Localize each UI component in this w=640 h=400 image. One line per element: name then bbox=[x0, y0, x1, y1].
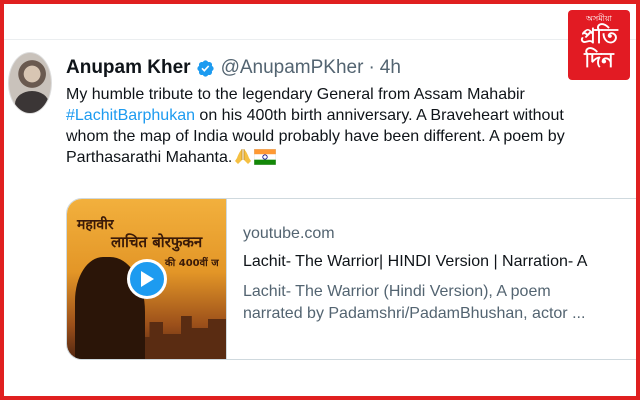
tweet-header: Anupam Kher @AnupamPKher · 4h bbox=[66, 56, 401, 80]
tweet-text-line: whom the map of India would probably hav… bbox=[66, 128, 565, 145]
link-preview-card[interactable]: महावीर लाचित बोरफुकन की 400वीं ज youtube… bbox=[66, 198, 636, 360]
tweet-text-segment: on his 400th birth anniversary. bbox=[194, 107, 417, 124]
thumbnail-text-line: महावीर bbox=[77, 217, 114, 233]
fort-silhouette bbox=[136, 316, 226, 359]
tweet-text-line: Parthasarathi Mahanta. bbox=[66, 147, 636, 171]
tweet-text-line: My humble tribute to the legendary Gener… bbox=[66, 86, 525, 103]
tweet-text-line: #LachitBarphukan on his 400th birth anni… bbox=[66, 105, 636, 126]
author-name[interactable]: Anupam Kher bbox=[66, 57, 191, 79]
author-handle[interactable]: @AnupamPKher bbox=[221, 57, 364, 79]
tweet-text-segment: A Braveheart without bbox=[416, 107, 564, 124]
play-icon[interactable] bbox=[127, 259, 167, 299]
card-domain: youtube.com bbox=[243, 225, 335, 242]
hashtag-link[interactable]: #LachitBarphukan bbox=[66, 107, 195, 124]
tweet-text-segment: Parthasarathi Mahanta. bbox=[66, 149, 233, 166]
thumbnail-text-line: लाचित बोरफुकन bbox=[111, 233, 203, 251]
logo-big-text-1: প্রতি bbox=[580, 24, 618, 48]
avatar[interactable] bbox=[8, 52, 52, 114]
tweet-text: My humble tribute to the legendary Gener… bbox=[66, 84, 636, 171]
thumbnail-text-line: की 400वीं ज bbox=[165, 258, 219, 269]
screenshot-frame: অসমীয়া প্রতি দিন Anupam Kher @AnupamPKh… bbox=[0, 0, 640, 400]
tweet-time[interactable]: 4h bbox=[380, 57, 401, 79]
card-description-line: Lachit- The Warrior (Hindi Version), A p… bbox=[243, 283, 551, 300]
card-description-line: narrated by Padamshri/PadamBhushan, acto… bbox=[243, 305, 586, 322]
logo-small-text: অসমীয়া bbox=[586, 14, 612, 23]
header-separator: · bbox=[368, 57, 375, 78]
logo-big-text-2: দিন bbox=[584, 48, 614, 72]
video-thumbnail[interactable]: महावीर लाचित बोरफुकन की 400वीं ज bbox=[67, 199, 227, 359]
india-flag-icon bbox=[254, 148, 277, 171]
avatar-figure bbox=[15, 91, 49, 113]
pratidin-logo: অসমীয়া প্রতি দিন bbox=[568, 10, 630, 80]
card-description: Lachit- The Warrior (Hindi Version), A p… bbox=[243, 281, 636, 325]
verified-badge-icon bbox=[196, 59, 215, 78]
previous-tweet-divider bbox=[4, 4, 636, 40]
folded-hands-icon bbox=[233, 147, 253, 171]
card-title[interactable]: Lachit- The Warrior| HINDI Version | Nar… bbox=[243, 253, 636, 275]
card-body: youtube.com Lachit- The Warrior| HINDI V… bbox=[243, 225, 636, 325]
